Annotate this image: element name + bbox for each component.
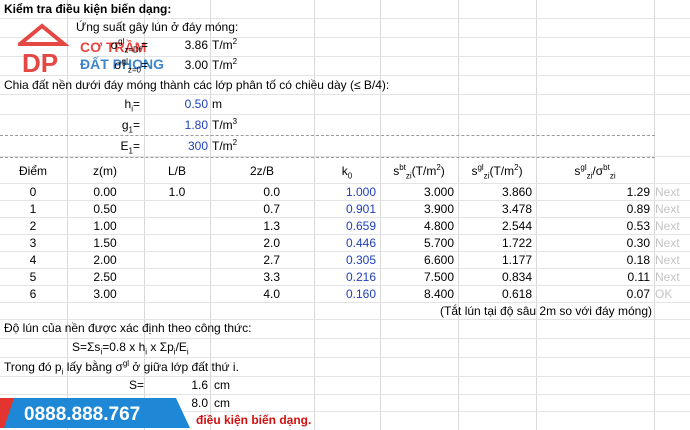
table-cell-sbt: 7.500 [423, 270, 454, 284]
table-cell-sgl: 1.722 [501, 236, 532, 250]
table-cell-tzb: 0.0 [263, 185, 280, 199]
table-cell-status[interactable]: OK [655, 287, 690, 302]
s-label: S= [128, 378, 144, 392]
param-label-e: E1= [120, 139, 140, 156]
table-cell-k0: 1.000 [345, 185, 376, 199]
table-cell-z: 2.00 [93, 253, 117, 267]
table-cell-z: 1.50 [93, 236, 117, 250]
table-cell-sbt: 3.900 [423, 202, 454, 216]
table-cell-status[interactable]: Next [655, 202, 690, 217]
param-value-g[interactable]: 1.80 [150, 118, 208, 133]
split-description: Chia đất nền dưới đáy móng thành các lớp… [4, 78, 390, 92]
s-value: 1.6 [191, 378, 208, 392]
phone-number: 0888.888.767 [24, 404, 140, 425]
table-cell-sgl: 3.860 [501, 185, 532, 199]
table-header-2zb: 2z/B [249, 164, 274, 178]
table-cell-ratio: 0.53 [626, 219, 650, 233]
param-unit-h: m [212, 97, 222, 111]
table-cell-tzb: 2.0 [263, 236, 280, 250]
param-value-e[interactable]: 300 [150, 139, 208, 154]
table-cell-z: 3.00 [93, 287, 117, 301]
table-cell-diem: 0 [29, 185, 37, 199]
table-header-sgl: sglzi(T/m2) [471, 163, 523, 181]
table-note: (Tắt lún tại độ sâu 2m so với đáy móng) [440, 304, 652, 318]
table-cell-sbt: 8.400 [423, 287, 454, 301]
table-cell-sbt: 6.600 [423, 253, 454, 267]
table-header-ratio: sglzi/σbtzi [574, 163, 616, 181]
table-cell-sbt: 5.700 [423, 236, 454, 250]
table-cell-diem: 4 [29, 253, 37, 267]
table-cell-status[interactable]: Next [655, 236, 690, 251]
stress-value-1: 3.86 [184, 38, 208, 52]
section-title: Kiểm tra điều kiện biến dạng: [4, 2, 172, 16]
table-cell-status[interactable]: Next [655, 219, 690, 234]
table-header-z: z(m) [93, 164, 117, 178]
stress-unit-2: T/m2 [212, 57, 238, 73]
table-cell-sgl: 2.544 [501, 219, 532, 233]
logo-dp-text: DP [22, 48, 58, 78]
table-header-diem: Điểm [18, 164, 47, 178]
table-cell-k0: 0.446 [345, 236, 376, 250]
table-cell-diem: 6 [29, 287, 37, 301]
conclusion-text: điều kiện biến dạng. [196, 413, 312, 427]
table-header-k0: k0 [341, 164, 353, 181]
logo-roof-shape [18, 23, 70, 46]
table-header-lb: L/B [167, 164, 186, 178]
table-cell-status[interactable]: Next [655, 270, 690, 285]
param-label-g: g1= [121, 118, 140, 135]
where-description: Trong đó pi lấy bằng σgl ở giữa lớp đất … [4, 359, 239, 377]
table-cell-sgl: 1.177 [501, 253, 532, 267]
table-cell-k0: 0.659 [345, 219, 376, 233]
table-cell-sbt: 3.000 [423, 185, 454, 199]
phone-banner: 0888.888.767 [0, 398, 190, 428]
table-cell-diem: 1 [29, 202, 37, 216]
stress-label-1: σglz=Df= [110, 37, 148, 55]
param-label-h: hi= [124, 97, 140, 114]
limit-unit: cm [214, 396, 230, 410]
stress-label-2: σglz=0= [114, 57, 148, 75]
table-cell-tzb: 2.7 [263, 253, 280, 267]
table-cell-status[interactable]: Next [655, 185, 690, 200]
table-cell-ratio: 0.18 [626, 253, 650, 267]
table-cell-ratio: 0.07 [626, 287, 650, 301]
s-unit: cm [214, 378, 230, 392]
table-cell-lb: 1.0 [168, 185, 186, 199]
param-value-h[interactable]: 0.50 [150, 97, 208, 112]
table-cell-ratio: 0.30 [626, 236, 650, 250]
table-cell-z: 2.50 [93, 270, 117, 284]
table-cell-sbt: 4.800 [423, 219, 454, 233]
table-cell-tzb: 3.3 [263, 270, 280, 284]
table-cell-k0: 0.305 [345, 253, 376, 267]
settlement-description: Độ lún của nền được xác định theo công t… [4, 321, 252, 335]
table-cell-tzb: 0.7 [263, 202, 280, 216]
table-cell-diem: 3 [29, 236, 37, 250]
table-header-sbt: sbtzi(T/m2) [393, 163, 445, 181]
table-cell-sgl: 0.618 [501, 287, 532, 301]
table-cell-ratio: 0.11 [627, 270, 650, 284]
stress-unit-1: T/m2 [212, 37, 238, 53]
table-cell-sgl: 0.834 [501, 270, 532, 284]
table-cell-k0: 0.160 [345, 287, 376, 301]
table-cell-ratio: 0.89 [626, 202, 650, 216]
table-cell-status[interactable]: Next [655, 253, 690, 268]
table-cell-z: 1.00 [93, 219, 117, 233]
table-cell-tzb: 4.0 [263, 287, 280, 301]
stress-heading: Ứng suất gây lún ở đáy móng: [76, 20, 239, 34]
table-cell-diem: 2 [29, 219, 37, 233]
stress-value-2: 3.00 [184, 58, 208, 72]
param-unit-g: T/m3 [212, 117, 238, 133]
table-cell-k0: 0.901 [345, 202, 376, 216]
table-cell-k0: 0.216 [345, 270, 376, 284]
table-cell-diem: 5 [29, 270, 37, 284]
table-cell-z: 0.00 [93, 185, 117, 199]
param-unit-e: T/m2 [212, 138, 238, 154]
table-cell-z: 0.50 [93, 202, 117, 216]
table-cell-ratio: 1.29 [626, 185, 650, 199]
table-cell-tzb: 1.3 [263, 219, 280, 233]
table-cell-sgl: 3.478 [501, 202, 532, 216]
settlement-formula: S=Σsi=0.8 x hi x Σpi/Ei [72, 340, 189, 357]
